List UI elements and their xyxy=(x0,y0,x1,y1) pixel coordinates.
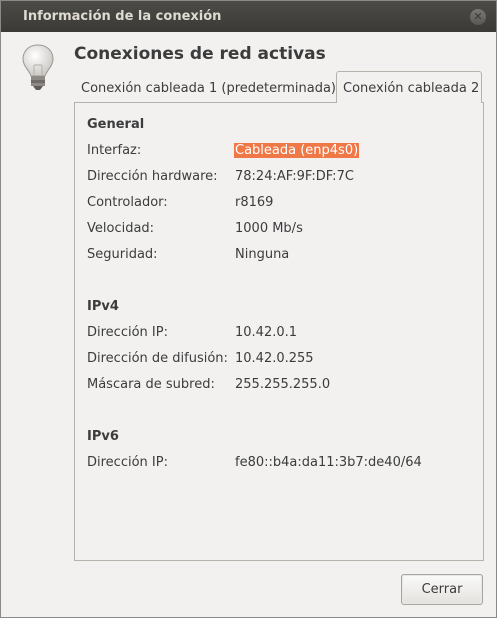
row-value[interactable]: 78:24:AF:9F:DF:7C xyxy=(235,169,354,184)
row-driver: Controlador: r8169 xyxy=(87,195,477,215)
row-label: Controlador: xyxy=(87,195,168,210)
row-label: Dirección IP: xyxy=(87,455,168,470)
row-value[interactable]: 1000 Mb/s xyxy=(235,221,303,236)
row-ipv6-address: Dirección IP: fe80::b4a:da11:3b7:de40/64 xyxy=(87,455,477,475)
tab-panel: General Interfaz: Cableada (enp4s0) Dire… xyxy=(74,102,484,561)
row-value[interactable]: 10.42.0.255 xyxy=(235,351,314,366)
row-value[interactable]: r8169 xyxy=(235,195,273,210)
row-label: Máscara de subred: xyxy=(87,377,215,392)
row-security: Seguridad: Ninguna xyxy=(87,247,477,267)
section-ipv4-title: IPv4 xyxy=(87,299,119,314)
row-label: Velocidad: xyxy=(87,221,155,236)
row-label: Interfaz: xyxy=(87,143,142,158)
row-value[interactable]: Ninguna xyxy=(235,247,289,262)
row-value-selected[interactable]: Cableada (enp4s0) xyxy=(234,143,360,158)
row-label: Seguridad: xyxy=(87,247,158,262)
row-interface: Interfaz: Cableada (enp4s0) xyxy=(87,143,477,163)
row-value[interactable]: 10.42.0.1 xyxy=(235,325,297,340)
page-title: Conexiones de red activas xyxy=(74,44,326,64)
row-label: Dirección hardware: xyxy=(87,169,218,184)
row-subnet-mask: Máscara de subred: 255.255.255.0 xyxy=(87,377,477,397)
row-broadcast-address: Dirección de difusión: 10.42.0.255 xyxy=(87,351,477,371)
row-speed: Velocidad: 1000 Mb/s xyxy=(87,221,477,241)
section-general-title: General xyxy=(87,117,145,132)
row-ipv4-address: Dirección IP: 10.42.0.1 xyxy=(87,325,477,345)
row-label: Dirección de difusión: xyxy=(87,351,228,366)
tab-connection-1[interactable]: Conexión cableada 1 (predeterminada) xyxy=(75,74,336,102)
row-value[interactable]: fe80::b4a:da11:3b7:de40/64 xyxy=(235,455,422,470)
row-label: Dirección IP: xyxy=(87,325,168,340)
window-title: Información de la conexión xyxy=(23,9,222,24)
close-icon[interactable]: ✕ xyxy=(470,9,486,25)
lightbulb-icon xyxy=(22,44,54,90)
close-button[interactable]: Cerrar xyxy=(401,574,483,605)
row-value[interactable]: 255.255.255.0 xyxy=(235,377,330,392)
tab-connection-2[interactable]: Conexión cableada 2 xyxy=(336,71,482,103)
connection-info-window: Información de la conexión ✕ Conexiones … xyxy=(0,0,497,618)
section-ipv6-title: IPv6 xyxy=(87,429,119,444)
titlebar: Información de la conexión ✕ xyxy=(1,1,496,32)
row-hardware-address: Dirección hardware: 78:24:AF:9F:DF:7C xyxy=(87,169,477,189)
